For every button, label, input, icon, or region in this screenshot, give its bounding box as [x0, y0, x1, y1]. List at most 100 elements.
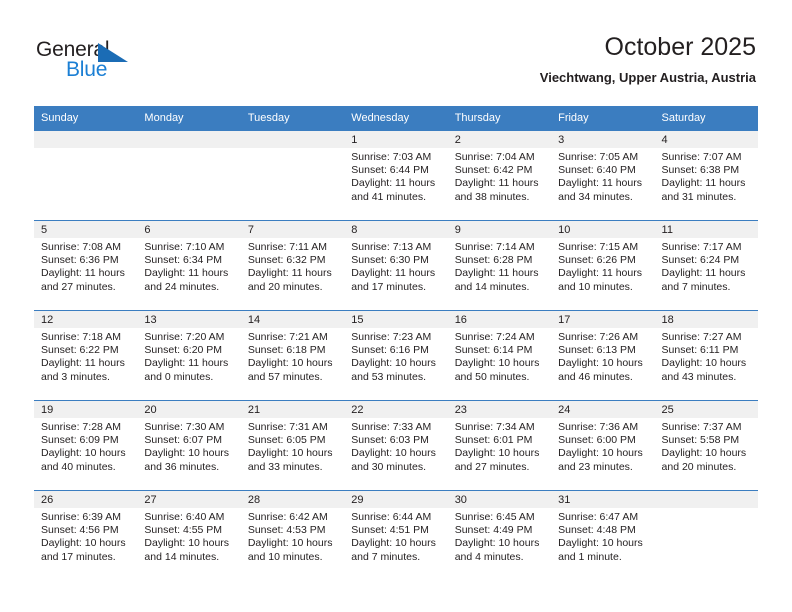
calendar-day-cell[interactable]: 13 Sunrise: 7:20 AM Sunset: 6:20 PM Dayligh…	[137, 310, 241, 401]
calendar-day-cell-empty	[34, 130, 138, 221]
calendar-day-cell[interactable]: 8 Sunrise: 7:13 AM Sunset: 6:30 PM Daylight…	[344, 220, 448, 311]
daylight-text-line1: Daylight: 10 hours	[351, 357, 436, 370]
daylight-text-line2: and 40 minutes.	[41, 460, 116, 473]
calendar-day-cell[interactable]: 19 Sunrise: 7:28 AM Sunset: 6:09 PM Dayligh…	[34, 400, 138, 491]
day-details: Sunrise: 7:30 AM Sunset: 6:07 PM Daylight:…	[137, 418, 240, 474]
calendar-day-cell[interactable]: 5 Sunrise: 7:08 AM Sunset: 6:36 PM Daylight…	[34, 220, 138, 311]
day-number: 23	[447, 401, 552, 418]
day-number: 17	[551, 311, 655, 328]
calendar-day-cell[interactable]: 3 Sunrise: 7:05 AM Sunset: 6:40 PM Daylight…	[551, 130, 655, 221]
calendar-day-cell[interactable]: 26 Sunrise: 6:39 AM Sunset: 4:56 PM Dayligh…	[34, 490, 138, 581]
calendar-day-cell[interactable]: 6 Sunrise: 7:10 AM Sunset: 6:34 PM Daylight…	[137, 220, 241, 311]
day-details: Sunrise: 7:08 AM Sunset: 6:36 PM Daylight:…	[34, 238, 137, 294]
calendar-day-cell[interactable]: 18 Sunrise: 7:27 AM Sunset: 6:11 PM Dayligh…	[654, 310, 758, 401]
daylight-text-line2: and 50 minutes.	[454, 370, 530, 383]
day-details: Sunrise: 7:27 AM Sunset: 6:11 PM Daylight:…	[655, 328, 758, 384]
daylight-text-line1: Daylight: 11 hours	[144, 267, 229, 280]
sunset-text: Sunset: 6:32 PM	[247, 254, 326, 267]
calendar-day-cell[interactable]: 25 Sunrise: 7:37 AM Sunset: 5:58 PM Dayligh…	[654, 400, 758, 491]
weekday-header-saturday: Saturday	[654, 106, 758, 131]
sunrise-text: Sunrise: 7:27 AM	[661, 331, 742, 343]
day-number: 9	[447, 221, 552, 238]
day-details: Sunrise: 7:10 AM Sunset: 6:34 PM Daylight:…	[137, 238, 240, 294]
daylight-text-line2: and 17 minutes.	[41, 550, 116, 563]
sunrise-text: Sunrise: 6:42 AM	[247, 511, 328, 523]
calendar-day-cell[interactable]: 2 Sunrise: 7:04 AM Sunset: 6:42 PM Daylight…	[447, 130, 552, 221]
sunset-text: Sunset: 6:28 PM	[454, 254, 533, 267]
sunset-text: Sunset: 6:13 PM	[558, 344, 636, 357]
calendar-day-cell[interactable]: 4 Sunrise: 7:07 AM Sunset: 6:38 PM Daylight…	[654, 130, 758, 221]
calendar-day-cell[interactable]: 20 Sunrise: 7:30 AM Sunset: 6:07 PM Dayligh…	[137, 400, 241, 491]
sunset-text: Sunset: 6:20 PM	[144, 344, 223, 357]
day-details: Sunrise: 7:18 AM Sunset: 6:22 PM Daylight:…	[34, 328, 137, 384]
daylight-text-line1: Daylight: 10 hours	[454, 537, 540, 550]
daylight-text-line2: and 53 minutes.	[351, 370, 426, 383]
calendar-day-cell[interactable]: 15 Sunrise: 7:23 AM Sunset: 6:16 PM Dayligh…	[344, 310, 448, 401]
daylight-text-line1: Daylight: 10 hours	[144, 447, 230, 460]
calendar-page: General Blue October 2025 Viechtwang, Up…	[0, 0, 792, 612]
sunrise-text: Sunrise: 7:33 AM	[351, 421, 432, 433]
daylight-text-line2: and 4 minutes.	[454, 550, 524, 563]
page-header: General Blue October 2025 Viechtwang, Up…	[0, 0, 792, 100]
day-details: Sunrise: 6:42 AM Sunset: 4:53 PM Daylight:…	[241, 508, 344, 564]
sunset-text: Sunset: 6:36 PM	[41, 254, 119, 267]
daylight-text-line2: and 20 minutes.	[247, 280, 323, 293]
day-details: Sunrise: 7:37 AM Sunset: 5:58 PM Daylight:…	[655, 418, 758, 474]
calendar-day-cell[interactable]: 24 Sunrise: 7:36 AM Sunset: 6:00 PM Dayligh…	[551, 400, 655, 491]
daylight-text-line1: Daylight: 10 hours	[351, 537, 436, 550]
day-number: 6	[137, 221, 241, 238]
sunset-text: Sunset: 6:40 PM	[558, 164, 636, 177]
calendar-day-cell[interactable]: 9 Sunrise: 7:14 AM Sunset: 6:28 PM Daylight…	[447, 220, 552, 311]
sunrise-text: Sunrise: 6:39 AM	[41, 511, 121, 523]
calendar-day-cell[interactable]: 28 Sunrise: 6:42 AM Sunset: 4:53 PM Dayligh…	[240, 490, 345, 581]
day-details: Sunrise: 7:14 AM Sunset: 6:28 PM Daylight:…	[448, 238, 551, 294]
calendar-week-row: 5 Sunrise: 7:08 AM Sunset: 6:36 PM Daylight…	[34, 220, 758, 311]
daylight-text-line1: Daylight: 11 hours	[454, 177, 539, 190]
day-details: Sunrise: 7:24 AM Sunset: 6:14 PM Daylight:…	[448, 328, 551, 384]
daylight-text-line1: Daylight: 10 hours	[41, 537, 126, 550]
day-details: Sunrise: 7:11 AM Sunset: 6:32 PM Daylight:…	[241, 238, 344, 294]
sunset-text: Sunset: 4:48 PM	[558, 524, 636, 537]
daylight-text-line1: Daylight: 11 hours	[247, 267, 332, 280]
logo-text-blue: Blue	[66, 58, 108, 81]
sunrise-text: Sunrise: 7:14 AM	[454, 241, 535, 253]
calendar-day-cell[interactable]: 29 Sunrise: 6:44 AM Sunset: 4:51 PM Dayligh…	[344, 490, 448, 581]
calendar-day-cell[interactable]: 22 Sunrise: 7:33 AM Sunset: 6:03 PM Dayligh…	[344, 400, 448, 491]
calendar-day-cell[interactable]: 1 Sunrise: 7:03 AM Sunset: 6:44 PM Daylight…	[344, 130, 448, 221]
calendar-day-cell[interactable]: 7 Sunrise: 7:11 AM Sunset: 6:32 PM Daylight…	[240, 220, 345, 311]
sunrise-sunset-calendar: Sunday Monday Tuesday Wednesday Thursday…	[34, 106, 758, 581]
daylight-text-line2: and 10 minutes.	[247, 550, 323, 563]
calendar-day-cell[interactable]: 27 Sunrise: 6:40 AM Sunset: 4:55 PM Dayligh…	[137, 490, 241, 581]
page-subtitle: Viechtwang, Upper Austria, Austria	[539, 70, 756, 85]
sunrise-text: Sunrise: 6:40 AM	[144, 511, 225, 523]
daylight-text-line2: and 31 minutes.	[661, 190, 737, 203]
daylight-text-line2: and 17 minutes.	[351, 280, 426, 293]
calendar-day-cell[interactable]: 30 Sunrise: 6:45 AM Sunset: 4:49 PM Dayligh…	[447, 490, 552, 581]
calendar-day-cell[interactable]: 12 Sunrise: 7:18 AM Sunset: 6:22 PM Dayligh…	[34, 310, 138, 401]
daylight-text-line2: and 34 minutes.	[558, 190, 633, 203]
calendar-day-cell[interactable]: 31 Sunrise: 6:47 AM Sunset: 4:48 PM Dayligh…	[551, 490, 655, 581]
calendar-day-cell[interactable]: 14 Sunrise: 7:21 AM Sunset: 6:18 PM Dayligh…	[240, 310, 345, 401]
day-number: 26	[34, 491, 138, 508]
day-number: 25	[654, 401, 758, 418]
day-details: Sunrise: 7:15 AM Sunset: 6:26 PM Daylight:…	[551, 238, 654, 294]
day-details: Sunrise: 7:21 AM Sunset: 6:18 PM Daylight:…	[241, 328, 344, 384]
daylight-text-line2: and 1 minute.	[558, 550, 622, 563]
sunset-text: Sunset: 6:07 PM	[144, 434, 223, 447]
calendar-day-cell[interactable]: 17 Sunrise: 7:26 AM Sunset: 6:13 PM Dayligh…	[551, 310, 655, 401]
daylight-text-line1: Daylight: 10 hours	[144, 537, 230, 550]
daylight-text-line1: Daylight: 10 hours	[351, 447, 436, 460]
sunrise-text: Sunrise: 7:07 AM	[661, 151, 742, 163]
sunset-text: Sunset: 6:34 PM	[144, 254, 223, 267]
sunset-text: Sunset: 4:49 PM	[454, 524, 533, 537]
calendar-day-cell[interactable]: 16 Sunrise: 7:24 AM Sunset: 6:14 PM Dayligh…	[447, 310, 552, 401]
calendar-day-cell[interactable]: 10 Sunrise: 7:15 AM Sunset: 6:26 PM Dayligh…	[551, 220, 655, 311]
day-details: Sunrise: 7:23 AM Sunset: 6:16 PM Daylight:…	[344, 328, 447, 384]
calendar-day-cell[interactable]: 21 Sunrise: 7:31 AM Sunset: 6:05 PM Dayligh…	[240, 400, 345, 491]
general-blue-logo[interactable]: General Blue	[36, 38, 166, 84]
day-number: 31	[551, 491, 655, 508]
daylight-text-line2: and 57 minutes.	[247, 370, 323, 383]
day-number: 3	[551, 131, 655, 148]
calendar-day-cell[interactable]: 23 Sunrise: 7:34 AM Sunset: 6:01 PM Dayligh…	[447, 400, 552, 491]
calendar-day-cell[interactable]: 11 Sunrise: 7:17 AM Sunset: 6:24 PM Dayligh…	[654, 220, 758, 311]
